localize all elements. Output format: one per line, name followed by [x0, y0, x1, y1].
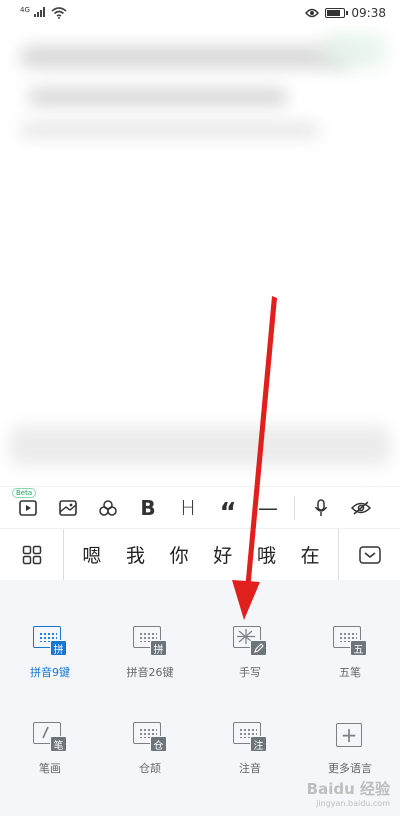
toolbar-separator — [294, 495, 295, 520]
beta-badge: Beta — [12, 487, 37, 498]
bold-icon: B — [140, 495, 156, 520]
keyboard-icon: 五 — [333, 626, 367, 656]
grid-icon — [22, 545, 41, 564]
sticker-icon — [99, 499, 117, 516]
divider-button[interactable]: — — [248, 487, 288, 529]
mode-pinyin-26key[interactable]: 拼 拼音26键 — [100, 626, 200, 680]
handwriting-icon — [233, 626, 267, 656]
bold-button[interactable]: B — [128, 487, 168, 529]
keyboard-icon: 注 — [233, 722, 267, 752]
mode-cangjie[interactable]: 仓 仓颉 — [100, 722, 200, 776]
format-toolbar: Beta B H “ — — [0, 486, 400, 528]
candidate-word[interactable]: 在 — [291, 541, 329, 568]
pen-badge-icon — [250, 640, 267, 656]
microphone-icon — [314, 498, 328, 516]
mode-badge: 笔 — [50, 736, 67, 752]
mode-label: 拼音26键 — [126, 666, 174, 679]
keyboard-icon: 拼 — [133, 626, 167, 656]
menu-grid-button[interactable] — [0, 528, 64, 581]
mode-label: 拼音9键 — [30, 666, 70, 679]
mode-label: 手写 — [239, 666, 261, 679]
keyboard-icon: 仓 — [133, 722, 167, 752]
keyboard-mode-row: 笔 笔画 仓 仓颉 注 注音 + 更多语言 — [0, 722, 400, 776]
quote-button[interactable]: “ — [208, 487, 248, 529]
candidate-bar: 嗯 我 你 好 哦 在 — [0, 528, 400, 581]
mode-handwriting[interactable]: 手写 — [200, 626, 300, 680]
hide-keyboard-icon — [351, 500, 371, 515]
stroke-icon: 笔 — [33, 722, 67, 752]
mode-label: 笔画 — [39, 762, 61, 775]
note-editor[interactable] — [0, 26, 400, 486]
plus-icon: + — [333, 722, 367, 752]
network-type-label: 4G — [20, 6, 30, 14]
insert-image-button[interactable] — [48, 487, 88, 529]
mode-badge: 拼 — [150, 640, 167, 656]
collapse-keyboard-button[interactable] — [338, 528, 400, 581]
video-icon — [19, 499, 37, 516]
mode-badge: 注 — [250, 736, 267, 752]
heading-icon: H — [180, 495, 196, 520]
mode-more-languages[interactable]: + 更多语言 — [300, 722, 400, 776]
mode-badge: 拼 — [50, 640, 67, 656]
voice-input-button[interactable] — [301, 487, 341, 529]
mode-wubi[interactable]: 五 五笔 — [300, 626, 400, 680]
mode-badge: 五 — [350, 640, 367, 656]
watermark: Baidu 经验 jingyan.baidu.com — [306, 780, 390, 808]
mode-label: 仓颉 — [139, 762, 161, 775]
keyboard-mode-panel: 拼 拼音9键 拼 拼音26键 手写 五 五笔 笔 笔画 仓 仓颉 注 注音 + … — [0, 580, 400, 816]
mode-stroke[interactable]: 笔 笔画 — [0, 722, 100, 776]
candidate-list: 嗯 我 你 好 哦 在 — [64, 541, 338, 568]
signal-icon: 4G — [20, 6, 45, 20]
chevron-down-icon — [358, 545, 381, 564]
candidate-word[interactable]: 你 — [160, 541, 198, 568]
keyboard-icon: 拼 — [33, 626, 67, 656]
candidate-word[interactable]: 我 — [116, 541, 154, 568]
insert-video-button[interactable]: Beta — [8, 487, 48, 529]
image-icon — [59, 499, 77, 516]
mode-label: 五笔 — [339, 666, 361, 679]
status-right: 09:38 — [305, 6, 386, 20]
divider-icon: — — [258, 495, 278, 520]
status-bar: 4G 09:38 — [0, 0, 400, 26]
mode-badge: 仓 — [150, 736, 167, 752]
mode-pinyin-9key[interactable]: 拼 拼音9键 — [0, 626, 100, 680]
battery-icon — [325, 8, 349, 18]
keyboard-mode-row: 拼 拼音9键 拼 拼音26键 手写 五 五笔 — [0, 626, 400, 680]
candidate-word[interactable]: 哦 — [247, 541, 285, 568]
hide-keyboard-button[interactable] — [341, 487, 381, 529]
status-left: 4G — [20, 6, 67, 20]
eye-icon — [305, 8, 320, 18]
clock: 09:38 — [351, 6, 386, 20]
mode-label: 注音 — [239, 762, 261, 775]
mode-zhuyin[interactable]: 注 注音 — [200, 722, 300, 776]
candidate-word[interactable]: 嗯 — [73, 541, 111, 568]
sticker-button[interactable] — [88, 487, 128, 529]
candidate-word[interactable]: 好 — [204, 541, 242, 568]
quote-icon: “ — [219, 497, 237, 528]
heading-button[interactable]: H — [168, 487, 208, 529]
mode-label: 更多语言 — [328, 762, 372, 775]
wifi-icon — [51, 7, 67, 19]
